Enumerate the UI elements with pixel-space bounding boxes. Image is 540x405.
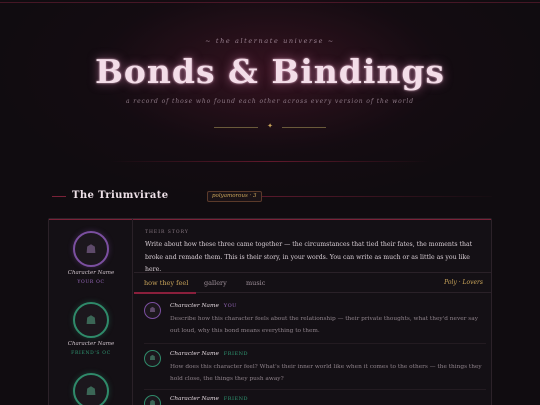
entry-text: Describe how this character feels about … [170,316,478,334]
avatar-placeholder-icon: ☗ [149,354,156,362]
character-name: Character Name [67,341,115,347]
entry-avatar: ☗ [144,302,161,319]
header-kicker: ~ the alternate universe ~ [205,37,335,45]
entry-text: How does this character feel? What's the… [170,364,482,382]
entry-author: Character Name FRIEND [170,396,248,402]
avatar[interactable]: ☗ [73,373,109,405]
active-tab-indicator [134,292,196,294]
page-subtitle: a record of those who found each other a… [126,98,414,105]
entry-name: Character Name [170,303,219,309]
avatar-placeholder-icon: ☗ [85,313,97,327]
roster-character-2[interactable]: ☗ Character Name FRIEND'S OC [49,302,133,356]
entry-avatar: ☗ [144,395,161,405]
entry-role: YOU [223,303,237,309]
character-roster: ☗ Character Name YOUR OC ☗ Character Nam… [49,219,133,405]
entry-author: Character Name YOU [170,303,237,309]
relationship-detail: THEIR STORY Write about how these three … [134,219,491,405]
header-divider [110,161,430,162]
section-lead-line [52,196,66,197]
top-rule [0,2,540,3]
section-header: The Triumvirate polyamorous · 3 [52,190,492,204]
tab-how-they-feel[interactable]: how they feel [144,279,188,287]
avatar-placeholder-icon: ☗ [149,306,156,314]
page-title: Bonds & Bindings [95,52,445,91]
story-text: Write about how these three came togethe… [145,241,473,273]
entry-divider [144,343,486,344]
entry-author: Character Name FRIEND [170,351,248,357]
roster-character-3[interactable]: ☗ [49,373,133,405]
entry-divider [144,389,486,390]
avatar[interactable]: ☗ [73,302,109,338]
relationship-type-label: Poly · Lovers [444,279,483,286]
character-tag: FRIEND'S OC [71,351,111,356]
star-icon: ✦ [267,122,273,130]
avatar-placeholder-icon: ☗ [85,384,97,398]
entry-name: Character Name [170,396,219,402]
section-badge: polyamorous · 3 [207,191,262,202]
section-title: The Triumvirate [72,190,169,201]
story-label: THEIR STORY [145,230,189,235]
entry-name: Character Name [170,351,219,357]
section-trail-line [262,196,492,197]
character-tag: YOUR OC [77,280,105,285]
ornament-line-left [214,127,258,128]
tab-gallery[interactable]: gallery [204,279,227,287]
entry-role: FRIEND [223,351,249,357]
entry-role: FRIEND [223,396,249,402]
detail-tabs: how they feel gallery music Poly · Lover… [134,272,491,294]
relationship-card: ☗ Character Name YOUR OC ☗ Character Nam… [48,218,492,405]
character-name: Character Name [67,270,115,276]
ornament-line-right [282,127,326,128]
entry-avatar: ☗ [144,350,161,367]
avatar[interactable]: ☗ [73,231,109,267]
avatar-placeholder-icon: ☗ [85,242,97,256]
avatar-placeholder-icon: ☗ [149,399,156,405]
tab-music[interactable]: music [246,279,265,287]
roster-character-1[interactable]: ☗ Character Name YOUR OC [49,231,133,285]
header-ornament: ✦ [214,122,326,132]
